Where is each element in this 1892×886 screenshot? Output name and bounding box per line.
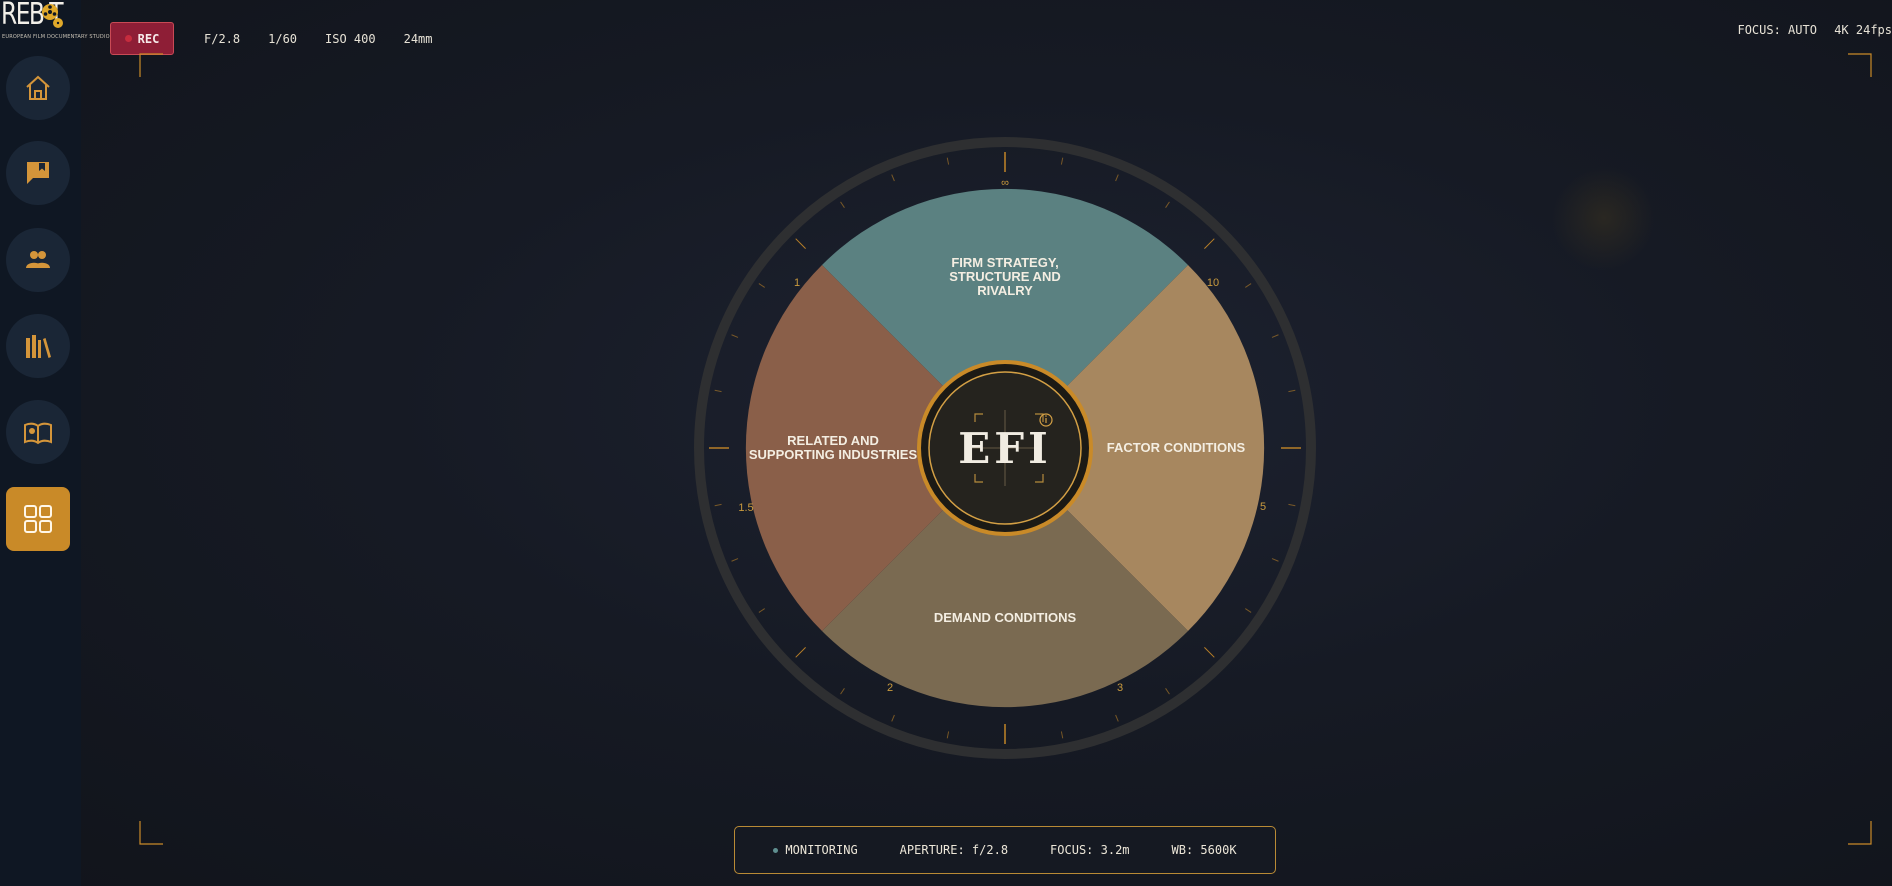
focus-tick (1271, 558, 1279, 562)
focus-tick (1060, 157, 1064, 165)
label-firm-strategy-2: STRUCTURE AND (949, 269, 1060, 284)
focus-tick (1165, 688, 1170, 695)
monitoring-label: MONITORING (785, 843, 858, 857)
focus-tick (758, 283, 765, 288)
label-factor-conditions: FACTOR CONDITIONS (1107, 440, 1246, 455)
focus-tick (1288, 389, 1296, 393)
focus-tick (1204, 647, 1215, 658)
tick-label-10: 10 (1207, 277, 1219, 289)
monitoring-indicator: MONITORING (773, 843, 858, 857)
focus-tick (731, 558, 739, 562)
focus-tick (758, 608, 765, 613)
tick-label-5: 5 (1260, 501, 1266, 513)
focus-status: FOCUS: 3.2m (1050, 843, 1130, 857)
focus-tick (795, 647, 806, 658)
focus-tick (714, 389, 722, 393)
focus-tick (795, 238, 806, 249)
label-demand-conditions: DEMAND CONDITIONS (934, 610, 1077, 625)
tick-label-2: 2 (887, 682, 893, 694)
status-dot-icon (773, 847, 779, 853)
focus-tick (1271, 334, 1279, 338)
tick-label-infinity: ∞ (1001, 177, 1009, 189)
focus-tick (840, 201, 845, 208)
focus-tick (946, 157, 950, 165)
focus-tick (731, 334, 739, 338)
aperture-status: APERTURE: f/2.8 (899, 843, 1009, 857)
diamond-dial: FIRM STRATEGY, STRUCTURE AND RIVALRY FAC… (694, 137, 1656, 759)
ambient-glow (1552, 166, 1656, 270)
label-firm-strategy-1: FIRM STRATEGY, (951, 255, 1058, 270)
focus-tick (1115, 174, 1119, 182)
label-firm-strategy-3: RIVALRY (977, 283, 1033, 298)
focus-tick (840, 688, 845, 695)
focus-tick (1204, 238, 1215, 249)
focus-tick (1245, 283, 1252, 288)
white-balance-status: WB: 5600K (1171, 843, 1237, 857)
focus-tick (1165, 201, 1170, 208)
focus-tick (714, 503, 722, 507)
label-related-industries-1: RELATED AND (787, 433, 879, 448)
tick-label-1-5: 1.5 (738, 502, 753, 514)
efi-center-hub[interactable]: EFI (917, 360, 1093, 536)
focus-tick (1245, 608, 1252, 613)
tick-label-3: 3 (1117, 682, 1123, 694)
tick-label-1: 1 (794, 277, 800, 289)
monitoring-status-bar: MONITORING APERTURE: f/2.8 FOCUS: 3.2m W… (734, 826, 1276, 874)
efi-center-label: EFI (958, 424, 1051, 473)
focus-tick (891, 174, 895, 182)
focus-tick (891, 714, 895, 722)
focus-tick (1060, 731, 1064, 739)
focus-tick (1288, 503, 1296, 507)
focus-tick (946, 731, 950, 739)
focus-tick (1115, 714, 1119, 722)
label-related-industries-2: SUPPORTING INDUSTRIES (749, 447, 918, 462)
